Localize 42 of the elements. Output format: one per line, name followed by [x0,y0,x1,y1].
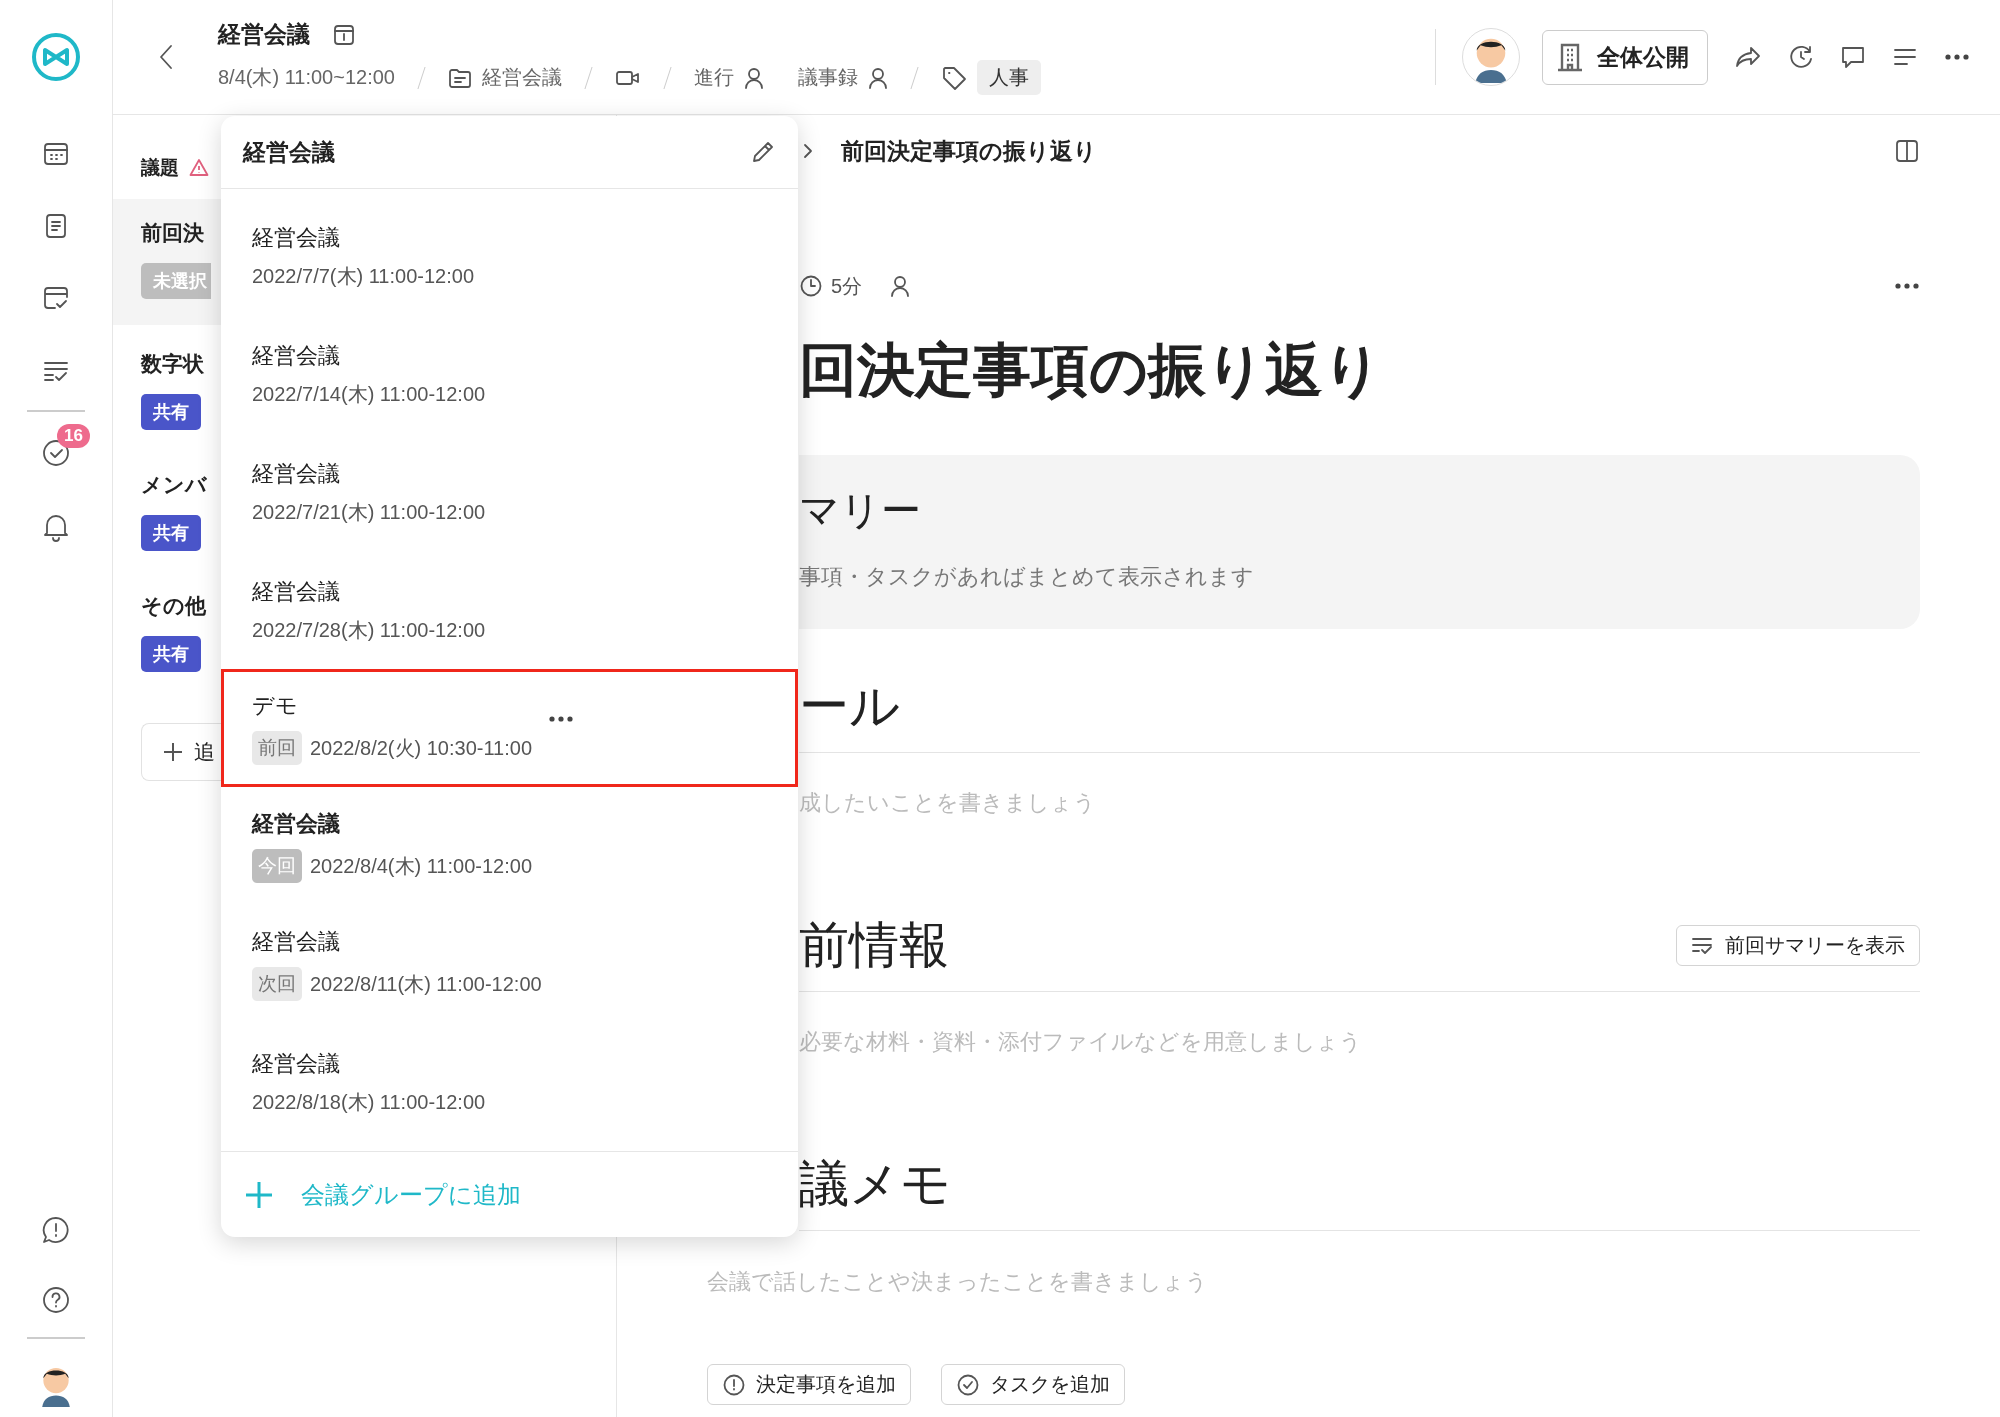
minutes-label: 議事録 [798,65,858,90]
meeting-item-title: 経営会議 [252,459,341,488]
section-heading: ール [799,677,900,736]
facilitator-label: 進行 [694,65,734,90]
meeting-item-date: 2022/7/21(木) 11:00-12:00 [252,499,486,525]
meeting-item-date: 2022/8/18(木) 11:00-12:00 [252,1089,486,1115]
occurrence-tag: 次回 [252,967,302,1001]
summary-text: 事項・タスクがあればまとめて表示されます [799,563,1255,591]
meeting-item-title: 経営会議 [252,1049,341,1078]
meeting-item-title: 経営会議 [252,810,341,838]
occurrence-tag: 今回 [252,849,302,883]
meeting-item-date: 2022/8/2(火) 10:30-11:00 [310,735,532,761]
section-heading: 議メモ [799,1155,951,1214]
meeting-title: 経営会議 [218,20,310,49]
menu-title: 経営会議 [243,137,335,167]
section-heading: 前情報 [799,916,949,975]
meeting-item-title: 経営会議 [252,341,341,370]
summary-heading: マリー [799,487,922,534]
breadcrumb-title: 前回決定事項の振り返り [841,136,1097,166]
occurrence-tag: 前回 [252,731,302,765]
agenda-item-title: メンバ [141,472,207,498]
notification-count-badge: 16 [57,424,90,448]
meeting-item-title: 経営会議 [252,928,341,956]
meeting-item-title: 経営会議 [252,223,341,252]
meeting-item-date: 2022/7/7(木) 11:00-12:00 [252,263,474,289]
agenda-heading: 議題 [141,156,179,180]
meeting-item-title: デモ [252,692,299,720]
meeting-item-title: 経営会議 [252,577,341,606]
agenda-title: 回決定事項の振り返り [799,336,1383,404]
meeting-item-date: 2022/8/4(木) 11:00-12:00 [310,853,532,879]
agenda-item-title: 数字状 [141,351,204,377]
duration-text: 5分 [831,273,863,299]
meeting-item-date: 2022/8/11(木) 11:00-12:00 [310,971,542,997]
meeting-item-date: 2022/7/28(木) 11:00-12:00 [252,617,486,643]
status-badge: 共有 [141,394,201,430]
status-badge: 共有 [141,636,201,672]
status-badge: 未選択 [141,263,211,299]
agenda-item-title: 前回決 [141,220,204,246]
meeting-date: 8/4(木) 11:00~12:00 [218,65,395,90]
status-badge: 共有 [141,515,201,551]
meeting-item-date: 2022/7/14(木) 11:00-12:00 [252,381,486,407]
agenda-item-title: その他 [141,593,206,619]
